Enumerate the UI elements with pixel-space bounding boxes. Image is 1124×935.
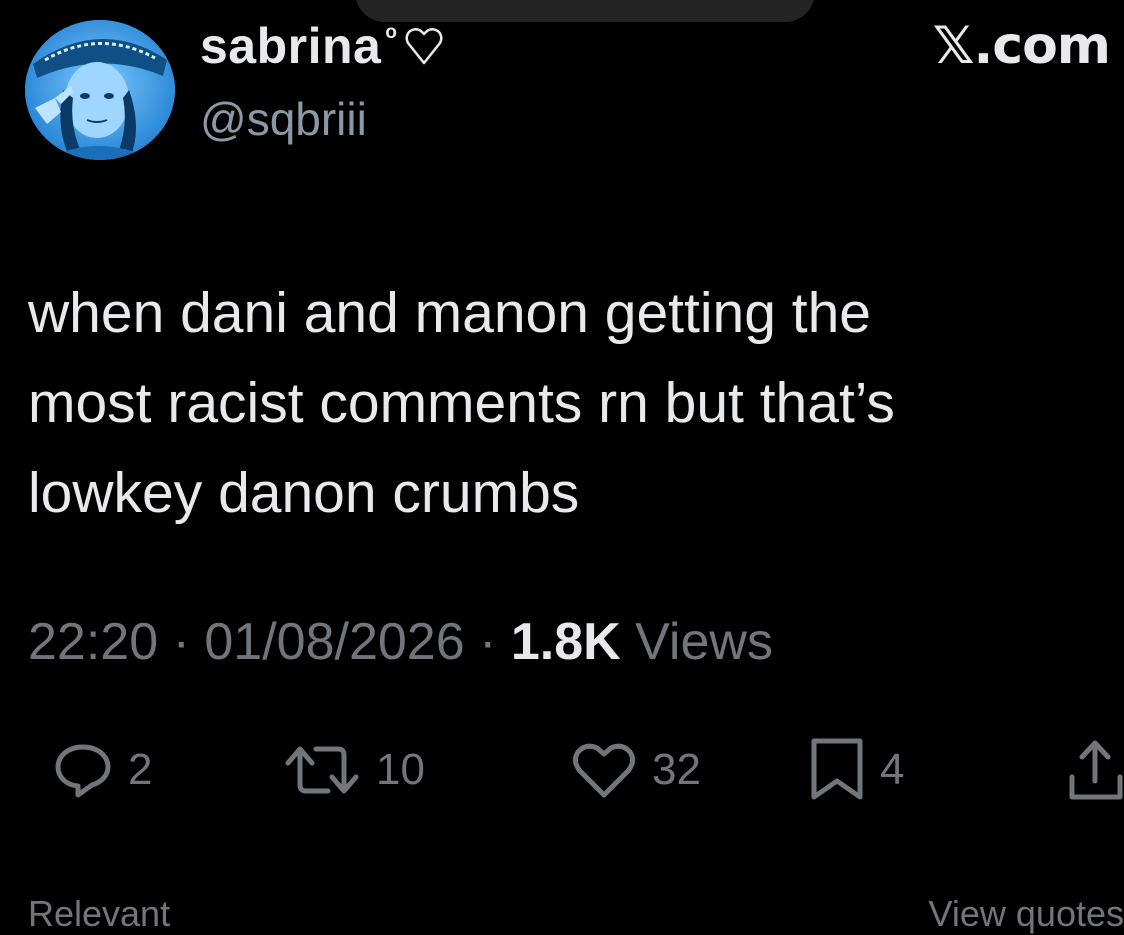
repost-count: 10	[376, 745, 425, 794]
like-button[interactable]: 32	[570, 732, 701, 808]
post-text-line: lowkey danon crumbs	[28, 461, 580, 525]
post-text: when dani and manon getting the most rac…	[28, 268, 1108, 538]
bookmark-icon	[811, 738, 863, 800]
sort-relevant-button[interactable]: Relevant	[28, 893, 170, 935]
author-handle[interactable]: @sqbriii	[200, 92, 367, 146]
bookmark-button[interactable]: 4	[808, 732, 904, 808]
brand-label: 𝕏.com	[932, 16, 1111, 76]
post-meta: 22:20 · 01/08/2026 · 1.8K Views	[28, 612, 773, 672]
meta-separator: ·	[172, 613, 190, 671]
post-time[interactable]: 22:20	[28, 613, 158, 671]
avatar-photo	[25, 20, 175, 160]
share-icon	[1069, 740, 1123, 800]
post-text-line: when dani and manon getting the	[28, 281, 871, 345]
display-name[interactable]: sabrina	[200, 17, 381, 75]
author-name-row[interactable]: sabrina ᵒ	[200, 14, 445, 78]
post-date[interactable]: 01/08/2026	[204, 613, 464, 671]
replies-header: Relevant View quotes	[0, 893, 1124, 935]
share-button[interactable]	[1066, 732, 1124, 808]
post-text-line: most racist comments rn but that’s	[28, 371, 895, 435]
view-quotes-link[interactable]: View quotes	[929, 893, 1124, 935]
reply-icon	[55, 744, 111, 798]
repost-button[interactable]: 10	[282, 732, 425, 808]
bookmark-count: 4	[880, 745, 905, 794]
like-count: 32	[652, 745, 701, 794]
reply-count: 2	[128, 745, 153, 794]
reply-button[interactable]: 2	[52, 732, 152, 808]
views-label: Views	[635, 613, 773, 671]
avatar[interactable]	[25, 20, 175, 160]
meta-separator: ·	[479, 613, 497, 671]
name-suffix: ᵒ	[385, 20, 397, 51]
action-bar: 2 10 32 4	[0, 732, 1124, 812]
heart-outline-icon	[403, 25, 445, 67]
heart-icon	[572, 743, 636, 798]
x-logo-text: 𝕏.com	[932, 16, 1111, 76]
repost-icon	[285, 746, 359, 794]
views-count: 1.8K	[510, 613, 621, 671]
